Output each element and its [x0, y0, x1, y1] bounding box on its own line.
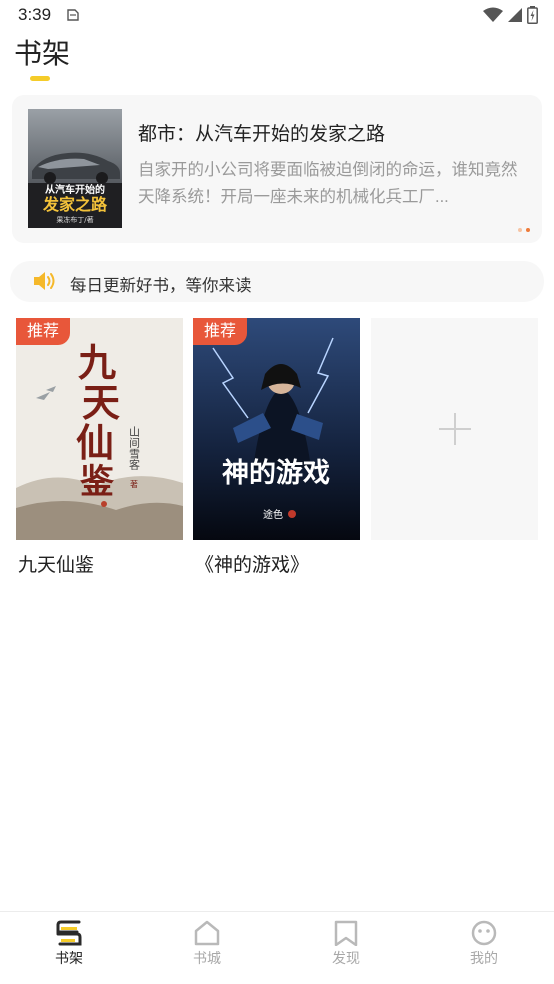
cover-title-line2: 发家之路	[42, 195, 108, 214]
bookstore-icon	[194, 920, 220, 946]
notification-icon	[66, 8, 80, 26]
speaker-icon	[32, 270, 58, 297]
nav-label: 发现	[332, 950, 360, 966]
cover-title: 神的游戏	[222, 457, 330, 489]
cover-char-4: 鉴	[79, 462, 114, 502]
status-bar: 3:39	[0, 0, 554, 30]
plus-icon-vertical	[454, 413, 456, 445]
nav-label: 书架	[55, 950, 83, 966]
recommend-badge: 推荐	[16, 318, 71, 345]
announcement-text: 每日更新好书，等你来读	[70, 277, 252, 295]
announcement-bar[interactable]: 每日更新好书，等你来读	[10, 261, 544, 302]
bookshelf-icon	[56, 920, 82, 946]
page-title: 书架	[14, 38, 71, 69]
nav-item-discover[interactable]: 发现	[301, 920, 391, 968]
nav-item-profile[interactable]: 我的	[439, 920, 529, 968]
featured-book-cover[interactable]: 从汽车开始的 发家之路 果冻布丁/著	[28, 109, 122, 228]
carousel-dot-active	[526, 228, 530, 232]
nav-label: 我的	[470, 950, 498, 966]
nav-item-bookshelf[interactable]: 书架	[24, 920, 114, 968]
book-item[interactable]: 神的游戏 途色 推荐 《神的游戏》	[193, 318, 360, 576]
status-indicators	[483, 6, 538, 24]
cover-char-1: 九	[78, 340, 116, 385]
featured-book-banner[interactable]: 从汽车开始的 发家之路 果冻布丁/著 都市：从汽车开始的发家之路 自家开的小公司…	[12, 95, 542, 243]
title-underline	[30, 76, 50, 81]
featured-book-description: 自家开的小公司将要面临被迫倒闭的命运，谁知竟然天降系统！开局一座未来的机械化兵工…	[138, 161, 518, 206]
cover-char-3: 仙	[76, 420, 114, 465]
cover-char-2: 天	[82, 380, 120, 425]
book-cover[interactable]: 九 天 仙 鉴 山间雪客 著 推荐	[16, 318, 183, 540]
cover-author: 山间雪客	[128, 426, 141, 471]
carousel-dot	[518, 228, 522, 232]
carousel-dots	[518, 228, 530, 232]
book-title[interactable]: 九天仙鉴	[18, 550, 94, 577]
nav-item-bookstore[interactable]: 书城	[162, 920, 252, 968]
profile-face-icon	[471, 920, 497, 946]
nav-label: 书城	[193, 950, 221, 966]
add-book-button[interactable]	[371, 318, 538, 540]
cover-author: 途色	[263, 508, 283, 521]
battery-icon	[527, 6, 538, 24]
status-time: 3:39	[18, 5, 52, 24]
bottom-nav: 书架 书城 发现 我的	[0, 911, 554, 984]
book-item[interactable]: 九 天 仙 鉴 山间雪客 著 推荐 九天仙鉴	[16, 318, 183, 576]
signal-icon	[508, 8, 522, 22]
book-cover[interactable]: 神的游戏 途色 推荐	[193, 318, 360, 540]
cover-author: 果冻布丁/著	[56, 215, 93, 224]
book-title[interactable]: 《神的游戏》	[195, 550, 309, 577]
recommend-badge: 推荐	[193, 318, 248, 345]
bookmark-icon	[334, 920, 358, 946]
wifi-icon	[483, 7, 503, 22]
featured-book-title[interactable]: 都市：从汽车开始的发家之路	[138, 119, 385, 146]
cover-author-mark: 著	[130, 479, 139, 489]
